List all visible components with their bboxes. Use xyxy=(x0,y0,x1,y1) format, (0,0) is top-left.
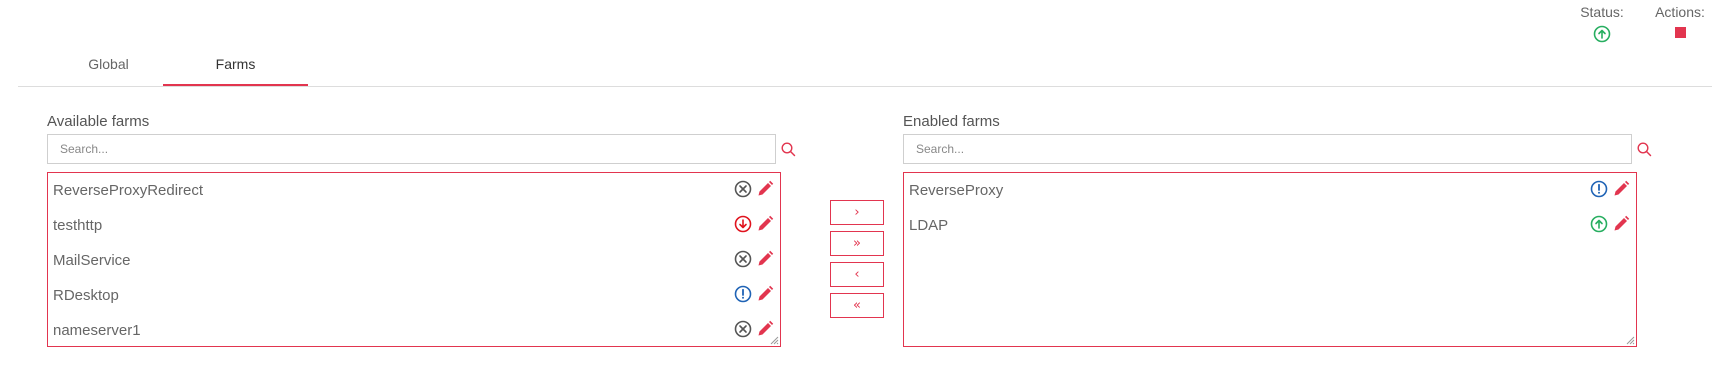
problem-icon xyxy=(734,215,752,233)
remove-all-button[interactable]: « xyxy=(830,293,884,318)
farm-name: ReverseProxy xyxy=(909,182,1004,199)
available-search-input[interactable] xyxy=(47,134,776,164)
list-item[interactable]: MailService xyxy=(48,243,780,278)
down-icon xyxy=(734,250,752,268)
available-farms-panel: Available farms ReverseProxyRedirect tes… xyxy=(47,112,796,347)
list-item[interactable]: LDAP xyxy=(904,208,1636,243)
global-actions: Actions: xyxy=(1649,3,1711,38)
resize-grip-icon[interactable] xyxy=(1625,335,1635,345)
pencil-icon[interactable] xyxy=(756,250,774,268)
tab-farms[interactable]: Farms xyxy=(163,44,308,86)
farm-name: ReverseProxyRedirect xyxy=(53,182,204,199)
list-item[interactable]: nameserver1 xyxy=(48,313,780,348)
search-icon[interactable] xyxy=(781,142,796,157)
list-item[interactable]: testhttp xyxy=(48,208,780,243)
move-buttons: › » ‹ « xyxy=(830,200,884,324)
maintenance-icon xyxy=(1590,180,1608,198)
farm-name: RDesktop xyxy=(53,287,119,304)
farm-name: MailService xyxy=(53,252,131,269)
enabled-search-input[interactable] xyxy=(903,134,1632,164)
available-search-row xyxy=(47,134,796,164)
search-icon[interactable] xyxy=(1637,142,1652,157)
actions-label: Actions: xyxy=(1655,4,1705,20)
pencil-icon[interactable] xyxy=(756,285,774,303)
tab-global[interactable]: Global xyxy=(36,44,181,85)
tab-bar: Global Farms xyxy=(18,44,1712,87)
farm-name: LDAP xyxy=(909,217,949,234)
down-icon xyxy=(734,320,752,338)
enabled-farms-list[interactable]: ReverseProxy LDAP xyxy=(903,172,1637,347)
up-icon xyxy=(1590,215,1608,233)
farm-name: testhttp xyxy=(53,217,103,234)
available-farms-list[interactable]: ReverseProxyRedirect testhttp MailServic… xyxy=(47,172,781,347)
enabled-search-row xyxy=(903,134,1652,164)
list-item[interactable]: ReverseProxyRedirect xyxy=(48,173,780,208)
remove-selected-button[interactable]: ‹ xyxy=(830,262,884,287)
pencil-icon[interactable] xyxy=(1612,180,1630,198)
pencil-icon[interactable] xyxy=(756,180,774,198)
resize-grip-icon[interactable] xyxy=(769,335,779,345)
add-all-button[interactable]: » xyxy=(830,231,884,256)
status-up-icon xyxy=(1593,25,1611,43)
enabled-farms-panel: Enabled farms ReverseProxy LDAP xyxy=(903,112,1652,347)
pencil-icon[interactable] xyxy=(756,215,774,233)
stop-icon[interactable] xyxy=(1674,27,1686,38)
list-item[interactable]: ReverseProxy xyxy=(904,173,1636,208)
maintenance-icon xyxy=(734,285,752,303)
global-status: Status: xyxy=(1576,3,1628,43)
list-item[interactable]: RDesktop xyxy=(48,278,780,313)
available-farms-title: Available farms xyxy=(47,113,150,130)
enabled-farms-title: Enabled farms xyxy=(903,113,1000,130)
pencil-icon[interactable] xyxy=(1612,215,1630,233)
status-label: Status: xyxy=(1580,4,1624,20)
down-icon xyxy=(734,180,752,198)
farm-name: nameserver1 xyxy=(53,322,141,339)
add-selected-button[interactable]: › xyxy=(830,200,884,225)
